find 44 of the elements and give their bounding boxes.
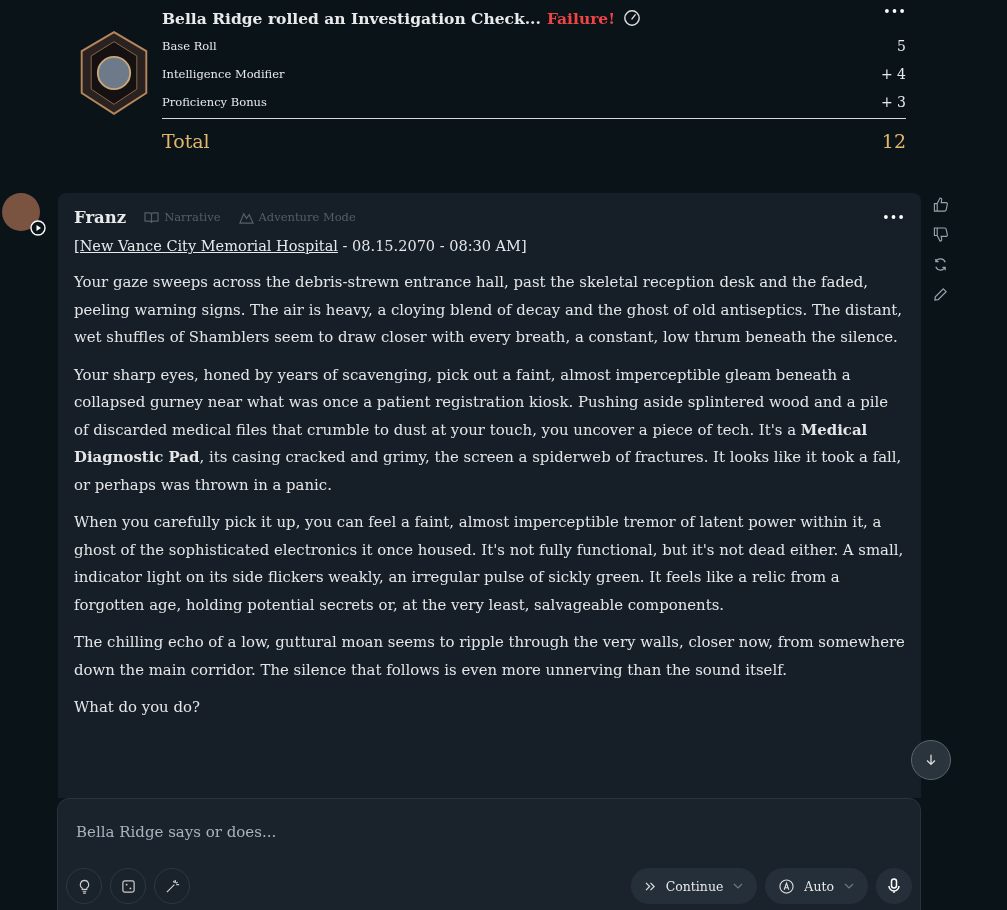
- microphone-icon[interactable]: [886, 878, 902, 894]
- mountain-icon: [238, 210, 254, 224]
- message-input[interactable]: Bella Ridge says or does...: [66, 819, 912, 845]
- magic-wand-icon[interactable]: [164, 878, 180, 894]
- mode-dropdown[interactable]: Auto: [765, 868, 868, 904]
- roll-row-value: + 4: [880, 66, 906, 82]
- narrative-paragraph: When you carefully pick it up, you can feel a faint, almost imperceptible tremor of latent power within it, a ghost of the sophisticated electronics it once housed. It's not fully functional, but it's not dead either. A small, indicator light on its side flickers weakly, an irregular pulse of sickly green. It feels like a relic from a forgotten age, holding potential secrets or, at the very least, salvageable components.: [74, 512, 905, 616]
- chevron-down-icon[interactable]: [733, 883, 744, 889]
- circled-letter-icon[interactable]: [779, 878, 795, 894]
- narrative-paragraph: Your gaze sweeps across the debris-strewn entrance hall, past the skeletal reception desk and the faded, peeling warning signs. The air is heavy, a cloying blend of decay and the ghost of old antiseptics. The distant, wet shuffles of Shamblers seem to draw closer with every breath, a constant, low thrum beneath the silence.: [74, 272, 904, 348]
- book-icon: [144, 210, 160, 224]
- roll-row-value: 5: [897, 38, 906, 54]
- scroll-down-button[interactable]: [911, 740, 951, 780]
- roll-row-value: + 3: [880, 94, 906, 110]
- roll-result: Failure!: [546, 8, 615, 28]
- narrative-paragraph: Your sharp eyes, honed by years of scavenging, pick out a faint, almost imperceptible gleam beneath a collapsed gurney near what was once a patient registration kiosk. Pushing aside splintered wood and a pile of discarded medical files that crumble to dust at your touch, you uncover a piece of tech. It's a Medical Diagnostic Pad, its casing cracked and grimy, the screen a spiderweb of fractures. It looks like it took a fall, or perhaps was thrown in a panic.: [74, 364, 903, 496]
- roll-row-label: Intelligence Modifier: [162, 67, 285, 81]
- mode-tag: Adventure Mode: [258, 210, 356, 224]
- play-icon[interactable]: [30, 220, 46, 236]
- location-link[interactable]: [New Vance City Memorial Hospital: [74, 238, 338, 254]
- author-name: Franz: [74, 207, 127, 227]
- gauge-icon: [623, 9, 641, 27]
- pencil-icon[interactable]: [933, 287, 948, 302]
- continue-dropdown[interactable]: Continue: [630, 868, 758, 904]
- avatar: [2, 193, 40, 231]
- narrative-paragraph: What do you do?: [74, 697, 201, 718]
- dice-icon[interactable]: [120, 878, 136, 894]
- thumbs-up-icon[interactable]: [933, 197, 948, 212]
- location-line: [New Vance City Memorial Hospital - 08.15.2070 - 08:30 AM]: [74, 237, 528, 256]
- more-icon[interactable]: [885, 9, 904, 13]
- refresh-icon[interactable]: [933, 257, 948, 272]
- roll-row-label: Proficiency Bonus: [162, 95, 267, 109]
- double-chevron-icon[interactable]: [644, 881, 656, 891]
- microphone-button[interactable]: [876, 868, 912, 904]
- narrative-paragraph: The chilling echo of a low, guttural moan seems to ripple through the very walls, closer now, from somewhere down the main corridor. The silence that follows is even more unnerving than the sound itself.: [74, 632, 905, 681]
- chevron-down-icon[interactable]: [844, 883, 854, 889]
- arrow-down-icon[interactable]: [924, 753, 938, 767]
- roll-row-label: Base Roll: [162, 39, 217, 53]
- thumbs-down-icon[interactable]: [933, 227, 948, 242]
- more-icon[interactable]: [884, 215, 903, 219]
- total-label: Total: [162, 130, 210, 152]
- total-value: 12: [881, 130, 906, 152]
- mode-tag: Narrative: [164, 210, 221, 224]
- roll-title: Bella Ridge rolled an Investigation Check...: [162, 8, 541, 28]
